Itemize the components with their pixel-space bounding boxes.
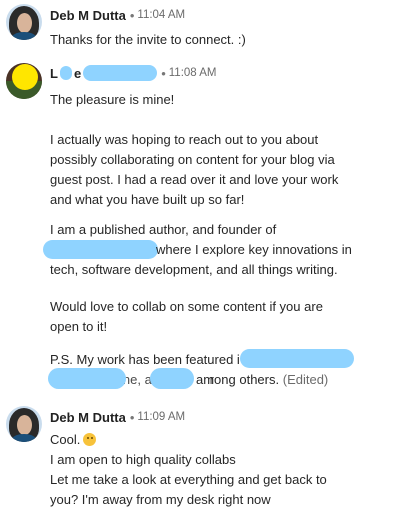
- sender-name[interactable]: Deb M Dutta: [50, 8, 126, 23]
- message-time: 11:04 AM: [137, 9, 186, 21]
- message-text: and what you have built up so far!: [50, 192, 245, 207]
- message-text: P.S. My work has been featured i: [50, 352, 240, 367]
- separator-dot: •: [129, 7, 135, 23]
- message-text: tech, software development, and all thin…: [50, 262, 338, 277]
- message-text: among others. (Edited): [196, 372, 329, 387]
- message-header: Deb M Dutta • 11:04 AM: [50, 5, 185, 25]
- redacted-publications: [240, 349, 354, 368]
- separator-dot: •: [161, 65, 166, 81]
- sender-name-end[interactable]: e: [74, 66, 81, 81]
- edited-label: (Edited): [282, 372, 329, 387]
- sender-name[interactable]: Deb M Dutta: [50, 410, 126, 425]
- redacted-publications: [150, 368, 194, 389]
- separator-dot: •: [129, 409, 135, 425]
- message-text: Thanks for the invite to connect. :): [50, 32, 246, 47]
- redacted-name: [83, 65, 158, 81]
- message-text: open to it!: [50, 319, 108, 334]
- message-header: Deb M Dutta • 11:09 AM: [50, 407, 185, 427]
- message-time: 11:08 AM: [168, 67, 217, 79]
- message-text: Would love to collab on some content if …: [50, 299, 323, 314]
- avatar-sender-icon[interactable]: [6, 63, 42, 99]
- message-text: possibly collaborating on content for yo…: [50, 152, 335, 167]
- redacted-publications: [48, 368, 126, 389]
- sender-name-start[interactable]: L: [50, 66, 58, 81]
- message-text: you? I'm away from my desk right now: [50, 492, 271, 507]
- message-text: I am a published author, and founder of: [50, 222, 277, 237]
- message-text: Cool.: [50, 430, 97, 450]
- redacted-name: [59, 66, 72, 80]
- message-text: Let me take a look at everything and get…: [50, 472, 327, 487]
- message-text: I actually was hoping to reach out to yo…: [50, 132, 319, 147]
- message-text: where I explore key innovations in: [156, 242, 352, 257]
- message-text: guest post. I had a read over it and lov…: [50, 172, 339, 187]
- avatar-deb-icon[interactable]: [6, 4, 42, 40]
- message-time: 11:09 AM: [137, 411, 186, 423]
- message-header: L e • 11:08 AM: [50, 63, 217, 83]
- message-text: I am open to high quality collabs: [50, 452, 236, 467]
- avatar-deb-icon[interactable]: [6, 406, 42, 442]
- redacted-link: [43, 240, 158, 259]
- slightly-smiling-face-icon: [83, 433, 97, 446]
- message-text: The pleasure is mine!: [50, 92, 175, 107]
